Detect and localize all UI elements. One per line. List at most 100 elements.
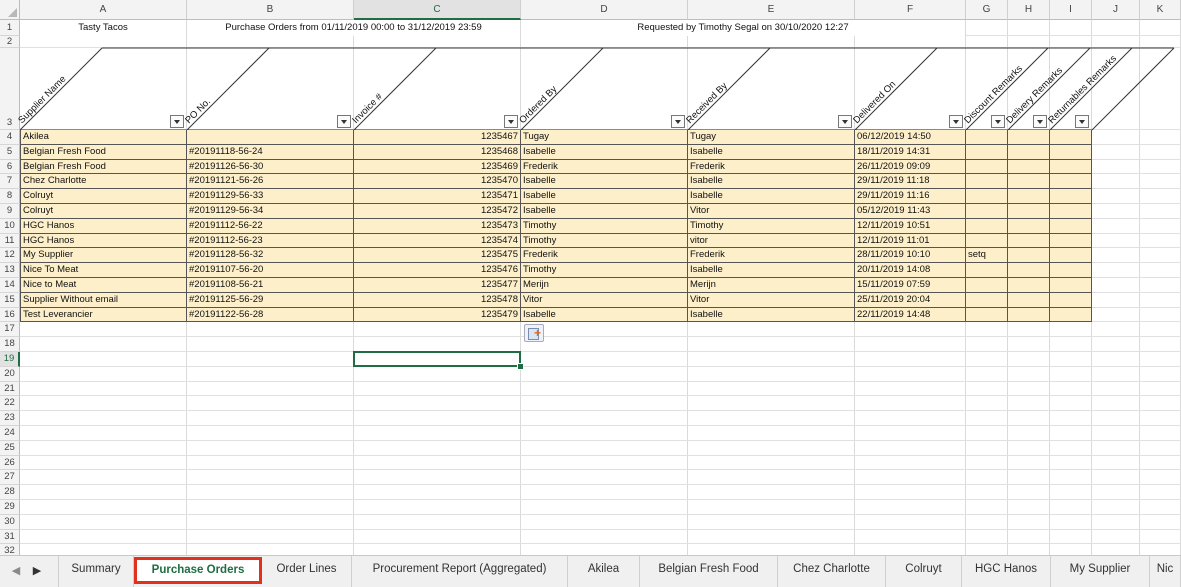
data-cell[interactable]: Vitor — [521, 292, 688, 308]
data-cell[interactable] — [1050, 307, 1092, 323]
data-cell[interactable]: Chez Charlotte — [20, 174, 187, 190]
data-cell[interactable]: Frederik — [688, 159, 855, 175]
next-sheet-arrow-icon[interactable]: ▶ — [31, 564, 43, 578]
filter-dropdown-icon[interactable] — [170, 115, 184, 128]
data-cell[interactable]: #20191107-56-20 — [187, 263, 354, 278]
data-cell[interactable]: Colruyt — [20, 189, 187, 204]
sheet-tab[interactable]: Summary — [58, 556, 134, 587]
data-cell[interactable] — [1050, 263, 1092, 278]
data-cell[interactable] — [966, 189, 1008, 204]
sheet-tab[interactable]: Nic — [1150, 556, 1181, 587]
data-cell[interactable] — [1008, 159, 1050, 175]
data-cell[interactable] — [1008, 189, 1050, 204]
data-cell[interactable]: Belgian Fresh Food — [20, 159, 187, 175]
sheet-tab[interactable]: Belgian Fresh Food — [640, 556, 778, 587]
data-cell[interactable]: 1235469 — [354, 159, 521, 175]
data-cell[interactable]: Isabelle — [688, 174, 855, 190]
data-cell[interactable]: Merijn — [521, 278, 688, 293]
filter-dropdown-icon[interactable] — [991, 115, 1005, 128]
data-cell[interactable] — [966, 307, 1008, 323]
data-cell[interactable]: 1235477 — [354, 278, 521, 293]
data-cell[interactable]: Isabelle — [521, 144, 688, 160]
data-cell[interactable]: Frederik — [521, 248, 688, 264]
data-cell[interactable] — [1008, 278, 1050, 293]
data-cell[interactable]: 1235468 — [354, 144, 521, 160]
data-cell[interactable]: 1235471 — [354, 189, 521, 204]
data-cell[interactable]: #20191129-56-33 — [187, 189, 354, 204]
data-cell[interactable]: #20191112-56-22 — [187, 218, 354, 234]
filter-dropdown-icon[interactable] — [337, 115, 351, 128]
data-cell[interactable]: 1235475 — [354, 248, 521, 264]
data-cell[interactable]: #20191128-56-32 — [187, 248, 354, 264]
data-cell[interactable]: Tugay — [688, 130, 855, 145]
data-cell[interactable] — [1050, 233, 1092, 249]
data-cell[interactable] — [966, 204, 1008, 219]
data-cell[interactable]: 26/11/2019 09:09 — [855, 159, 966, 175]
data-cell[interactable]: Isabelle — [521, 189, 688, 204]
data-cell[interactable]: 18/11/2019 14:31 — [855, 144, 966, 160]
data-cell[interactable]: 1235470 — [354, 174, 521, 190]
sheet-tab[interactable]: HGC Hanos — [962, 556, 1051, 587]
prev-sheet-arrow-icon[interactable]: ◀ — [10, 564, 22, 578]
data-cell[interactable]: Test Leverancier — [20, 307, 187, 323]
data-cell[interactable] — [966, 263, 1008, 278]
data-cell[interactable]: Isabelle — [688, 307, 855, 323]
data-cell[interactable] — [966, 233, 1008, 249]
sheet-tab[interactable]: Procurement Report (Aggregated) — [352, 556, 568, 587]
data-cell[interactable]: Isabelle — [688, 189, 855, 204]
data-cell[interactable]: 28/11/2019 10:10 — [855, 248, 966, 264]
data-cell[interactable] — [187, 130, 354, 145]
data-cell[interactable]: #20191125-56-29 — [187, 292, 354, 308]
sheet-tab[interactable]: Purchase Orders — [134, 557, 262, 584]
selected-cell[interactable] — [353, 351, 521, 367]
data-cell[interactable]: Vitor — [688, 292, 855, 308]
data-cell[interactable]: Nice To Meat — [20, 263, 187, 278]
data-cell[interactable]: Akilea — [20, 130, 187, 145]
data-cell[interactable] — [966, 159, 1008, 175]
data-cell[interactable]: 12/11/2019 10:51 — [855, 218, 966, 234]
data-cell[interactable]: 20/11/2019 14:08 — [855, 263, 966, 278]
data-cell[interactable] — [1008, 144, 1050, 160]
data-cell[interactable] — [1050, 278, 1092, 293]
data-cell[interactable] — [1050, 144, 1092, 160]
data-cell[interactable] — [1008, 130, 1050, 145]
data-cell[interactable]: 1235473 — [354, 218, 521, 234]
filter-dropdown-icon[interactable] — [1033, 115, 1047, 128]
data-cell[interactable]: 06/12/2019 14:50 — [855, 130, 966, 145]
data-cell[interactable] — [1050, 204, 1092, 219]
data-cell[interactable] — [966, 130, 1008, 145]
data-cell[interactable]: 1235476 — [354, 263, 521, 278]
data-cell[interactable]: Merijn — [688, 278, 855, 293]
data-cell[interactable]: Vitor — [688, 204, 855, 219]
data-cell[interactable]: Isabelle — [521, 204, 688, 219]
data-cell[interactable] — [1050, 189, 1092, 204]
data-cell[interactable]: 12/11/2019 11:01 — [855, 233, 966, 249]
data-cell[interactable]: Timothy — [521, 218, 688, 234]
data-cell[interactable]: Colruyt — [20, 204, 187, 219]
data-cell[interactable] — [1050, 292, 1092, 308]
data-cell[interactable] — [966, 292, 1008, 308]
data-cell[interactable]: Timothy — [521, 233, 688, 249]
data-cell[interactable] — [1008, 248, 1050, 264]
data-cell[interactable]: 25/11/2019 20:04 — [855, 292, 966, 308]
data-cell[interactable]: HGC Hanos — [20, 218, 187, 234]
data-cell[interactable] — [1050, 218, 1092, 234]
data-cell[interactable]: 1235472 — [354, 204, 521, 219]
data-cell[interactable]: Frederik — [521, 159, 688, 175]
spreadsheet-grid[interactable]: A B C D E F G H I J K 1 2 3 4 5 6 7 8 9 10 11 12 13 14 15 16 17 18 19… — [0, 0, 1181, 555]
data-cell[interactable] — [966, 278, 1008, 293]
data-cell[interactable] — [1008, 233, 1050, 249]
data-cell[interactable] — [1050, 130, 1092, 145]
data-cell[interactable]: #20191118-56-24 — [187, 144, 354, 160]
data-cell[interactable]: Belgian Fresh Food — [20, 144, 187, 160]
filter-dropdown-icon[interactable] — [1075, 115, 1089, 128]
data-cell[interactable]: #20191129-56-34 — [187, 204, 354, 219]
data-cell[interactable]: Supplier Without email — [20, 292, 187, 308]
data-cell[interactable] — [1008, 174, 1050, 190]
data-cell[interactable]: #20191121-56-26 — [187, 174, 354, 190]
paste-options-icon[interactable] — [524, 324, 544, 343]
data-cell[interactable]: Isabelle — [521, 307, 688, 323]
data-cell[interactable] — [966, 218, 1008, 234]
sheet-tab[interactable]: Colruyt — [886, 556, 962, 587]
data-cell[interactable]: setq — [966, 248, 1008, 264]
